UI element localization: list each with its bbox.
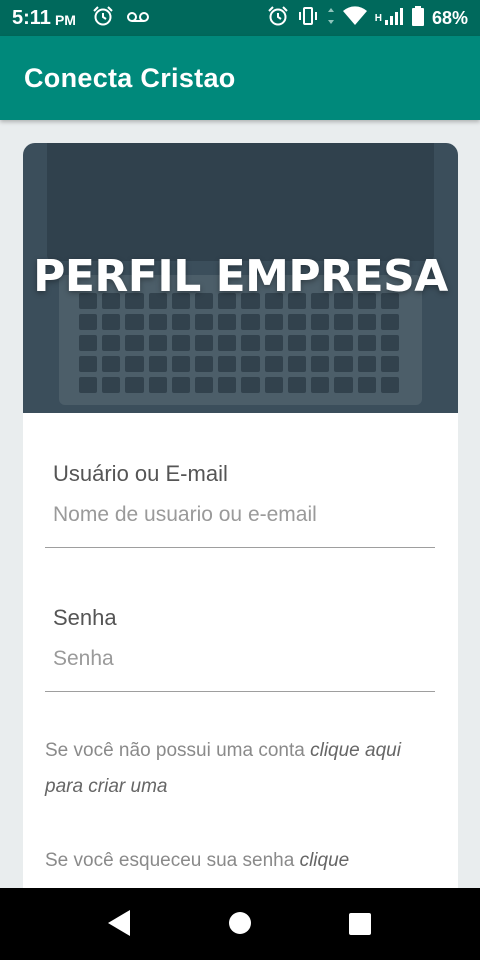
username-field: Usuário ou E-mail: [45, 461, 435, 548]
forgot-note: Se você esqueceu sua senha clique: [45, 843, 437, 879]
status-time: 5:11: [12, 6, 51, 29]
forgot-link[interactable]: clique: [300, 850, 350, 871]
signup-text: Se você não possui uma conta: [45, 740, 311, 761]
login-card: PERFIL EMPRESA Usuário ou E-mail Senha S…: [23, 143, 458, 903]
back-icon[interactable]: [106, 908, 132, 938]
password-input[interactable]: [53, 647, 423, 671]
recents-icon[interactable]: [348, 912, 372, 936]
forgot-text: Se você esqueceu sua senha: [45, 850, 300, 871]
status-bar: 5:11 PM H 68%: [0, 0, 480, 36]
password-underline: [45, 691, 435, 692]
app-bar: Conecta Cristao: [0, 36, 480, 120]
password-field: Senha: [45, 605, 435, 692]
battery-percent: 68%: [431, 7, 468, 28]
password-label: Senha: [53, 605, 117, 630]
app-title: Conecta Cristao: [24, 62, 236, 93]
signal-icon: [384, 7, 404, 30]
wifi-icon: [342, 5, 367, 31]
alarm-icon: [267, 5, 289, 32]
data-arrows-icon: [327, 7, 335, 30]
username-underline: [45, 547, 435, 548]
hero-title: PERFIL EMPRESA: [33, 251, 448, 302]
alarm-icon: [92, 5, 114, 32]
username-label: Usuário ou E-mail: [53, 461, 228, 486]
navigation-bar: [0, 888, 480, 960]
status-ampm: PM: [54, 12, 76, 28]
battery-icon: [411, 5, 424, 31]
network-type: H: [374, 12, 382, 24]
voicemail-icon: [126, 8, 150, 29]
username-input[interactable]: [53, 503, 423, 527]
vibrate-icon: [297, 6, 319, 31]
hero-banner: PERFIL EMPRESA: [23, 143, 458, 413]
home-icon[interactable]: [228, 911, 252, 935]
signup-note: Se você não possui uma conta clique aqui…: [45, 733, 437, 805]
